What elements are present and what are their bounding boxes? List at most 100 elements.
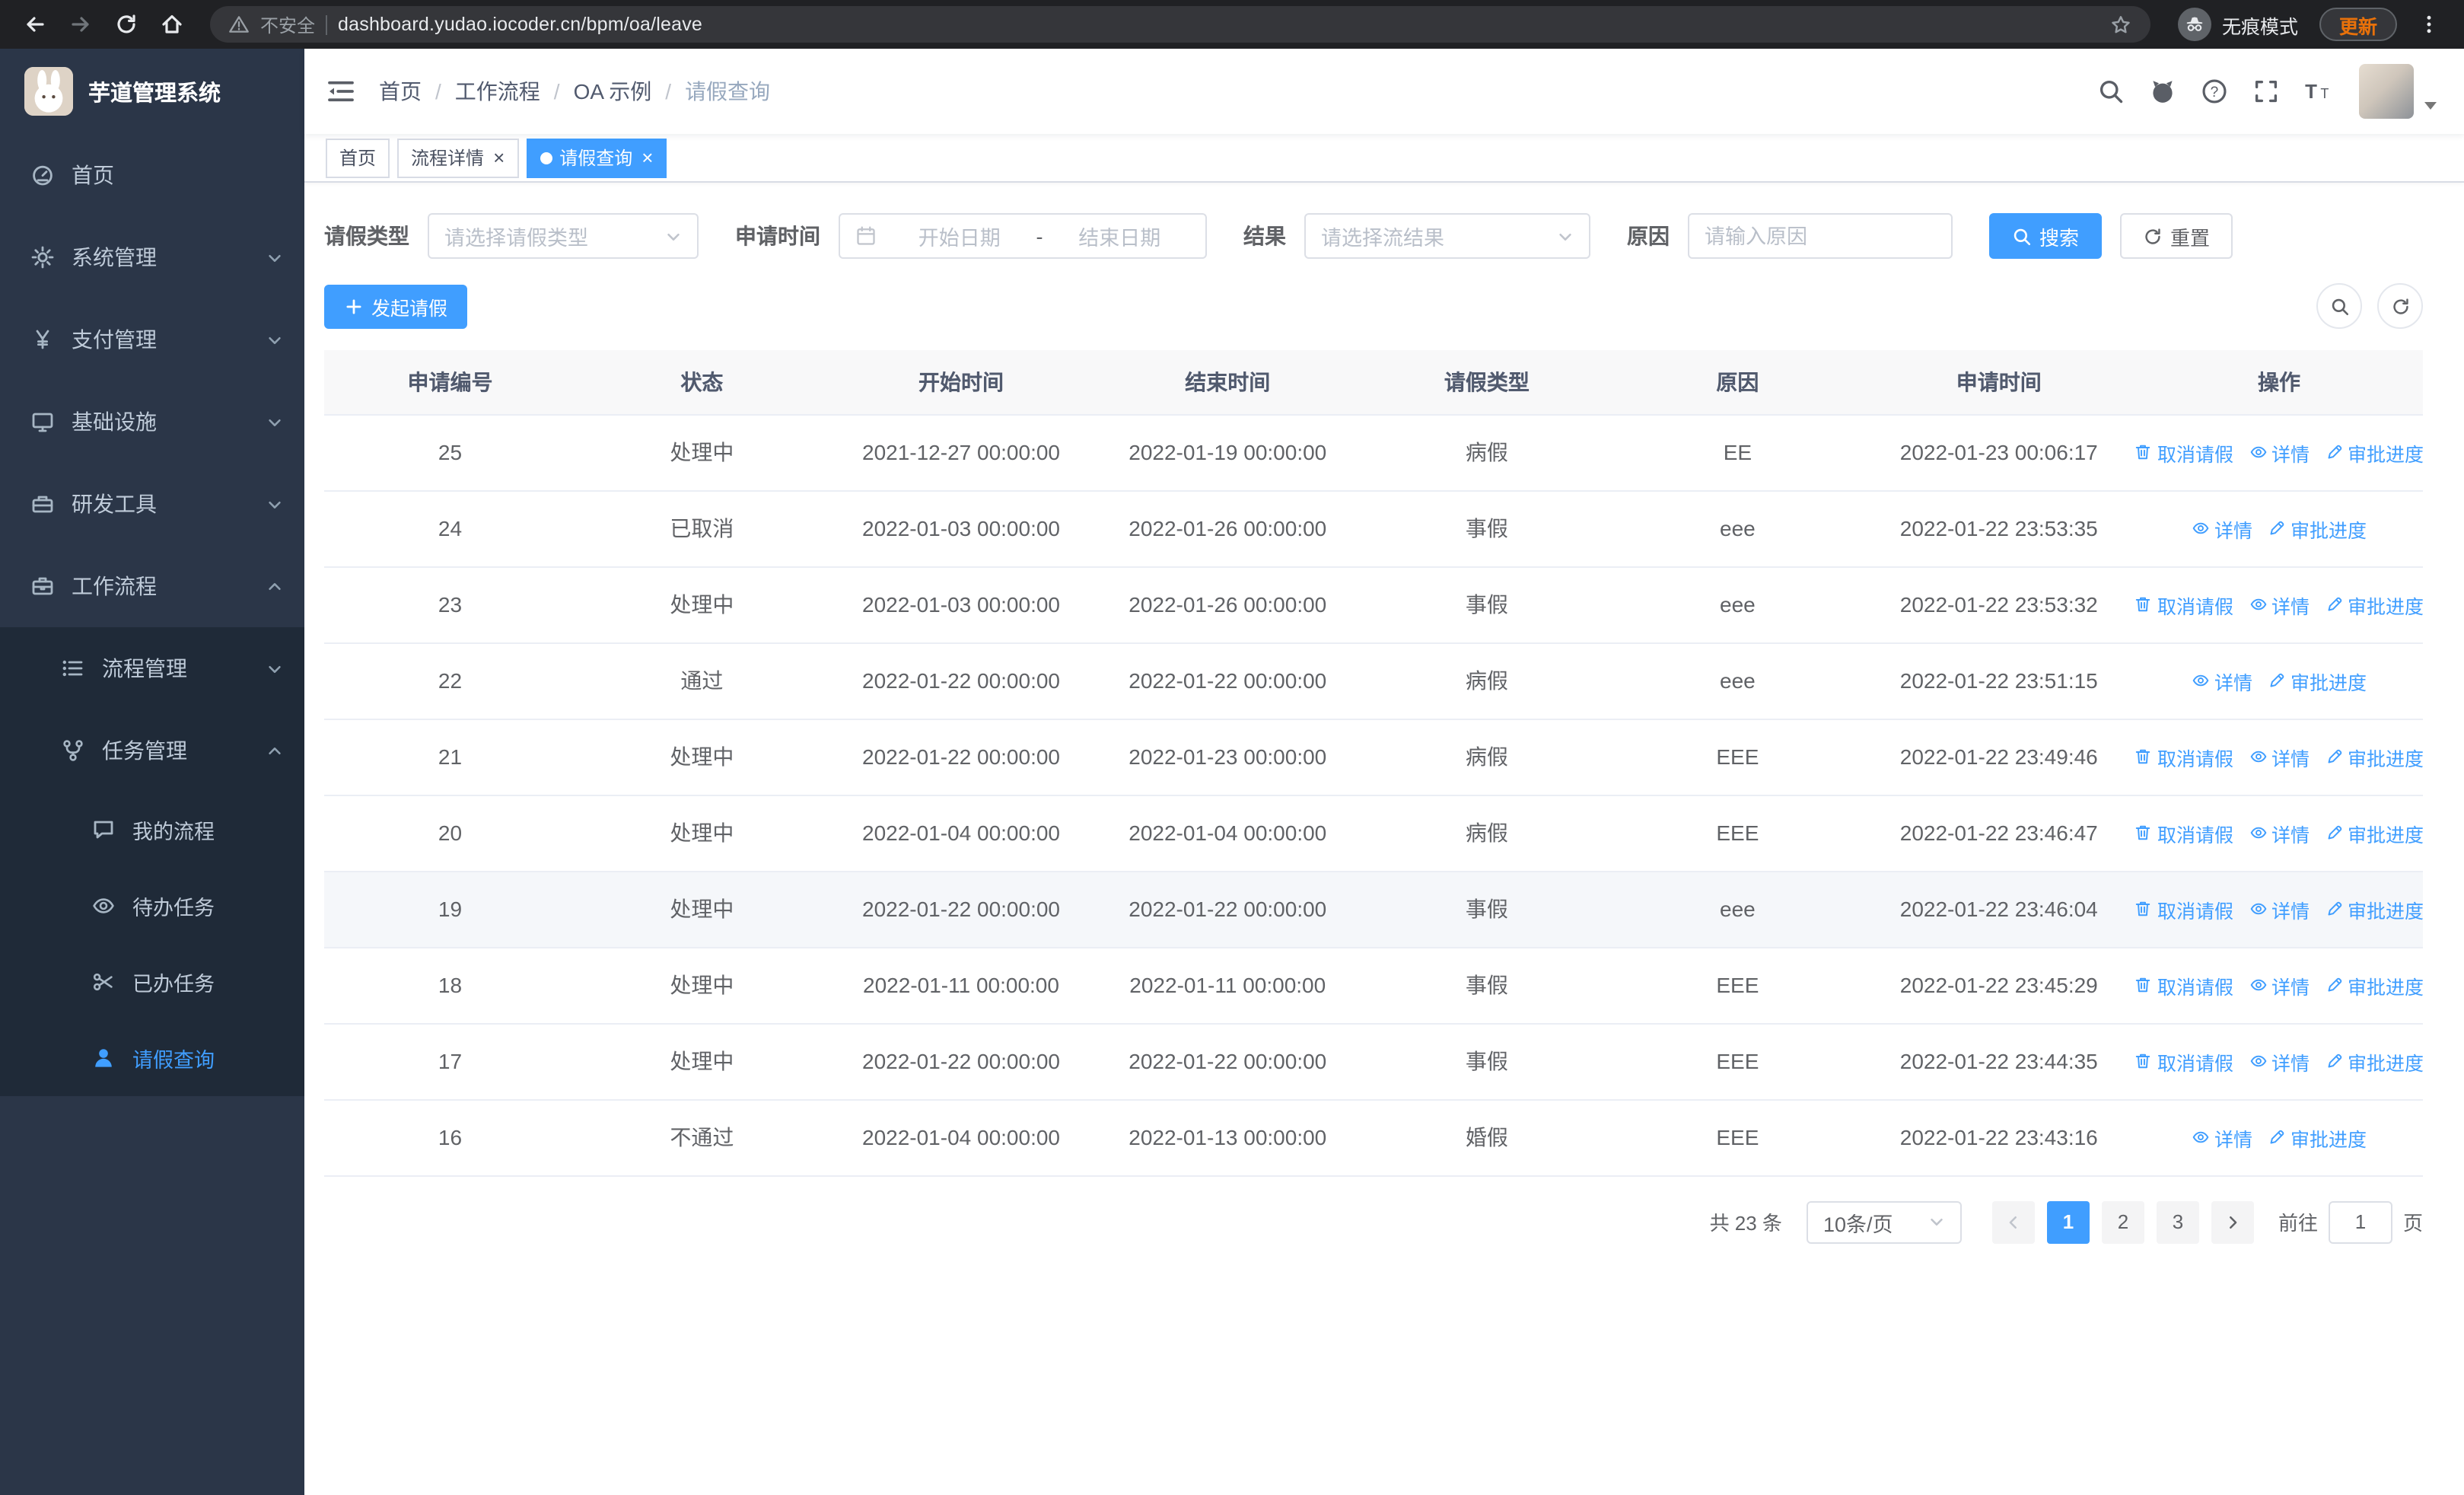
sidebar-item-devtools[interactable]: 研发工具 (0, 463, 304, 545)
url-divider (326, 14, 328, 34)
close-icon[interactable]: × (493, 148, 505, 167)
sidebar-item-my-process[interactable]: 我的流程 (0, 792, 304, 868)
detail-action-link[interactable]: 详情 (2249, 894, 2310, 923)
create-leave-button[interactable]: 发起请假 (324, 284, 468, 328)
detail-action-link[interactable]: 详情 (2249, 971, 2310, 999)
breadcrumb-item[interactable]: OA 示例 (574, 76, 652, 107)
home-button[interactable] (152, 5, 192, 44)
progress-action-link[interactable]: 审批进度 (2325, 590, 2423, 619)
forward-button[interactable] (61, 5, 100, 44)
breadcrumb-item[interactable]: 工作流程 (455, 76, 540, 107)
progress-action-link[interactable]: 审批进度 (2325, 742, 2423, 771)
progress-action-link[interactable]: 审批进度 (2325, 1047, 2423, 1076)
result-select[interactable]: 请选择流结果 (1304, 213, 1590, 259)
cancel-action-link[interactable]: 取消请假 (2135, 818, 2233, 847)
eye-icon (2249, 748, 2267, 766)
date-range-picker[interactable]: 开始日期 - 结束日期 (839, 213, 1207, 259)
refresh-table-button[interactable] (2377, 283, 2423, 329)
page-button-2[interactable]: 2 (2101, 1200, 2144, 1243)
cell-id: 20 (324, 795, 576, 872)
reload-button[interactable] (107, 5, 146, 44)
search-button[interactable]: 搜索 (1989, 213, 2103, 259)
progress-action-link[interactable]: 审批进度 (2325, 971, 2423, 999)
breadcrumb-item[interactable]: 首页 (379, 76, 422, 107)
page-button-1[interactable]: 1 (2046, 1200, 2090, 1243)
table-toolbar: 发起请假 (324, 283, 2423, 329)
progress-action-link[interactable]: 审批进度 (2268, 514, 2367, 543)
help-button[interactable]: ? (2189, 56, 2240, 126)
app-logo[interactable]: 芋道管理系统 (0, 49, 304, 134)
user-menu[interactable] (2359, 64, 2437, 119)
cancel-action-link[interactable]: 取消请假 (2135, 1047, 2233, 1076)
reset-button[interactable]: 重置 (2120, 213, 2233, 259)
sidebar-item-infrastructure[interactable]: 基础设施 (0, 381, 304, 463)
sidebar-item-label: 流程管理 (102, 656, 187, 681)
table-row: 25 处理中 2021-12-27 00:00:00 2022-01-19 00:00… (324, 414, 2423, 491)
sidebar-item-todo-tasks[interactable]: 待办任务 (0, 868, 304, 944)
chevron-right-icon (2224, 1213, 2242, 1231)
progress-action-link[interactable]: 审批进度 (2325, 438, 2423, 467)
action-label: 取消请假 (2157, 444, 2233, 465)
table-row: 24 已取消 2022-01-03 00:00:00 2022-01-26 00:00… (324, 490, 2423, 567)
detail-action-link[interactable]: 详情 (2249, 438, 2310, 467)
detail-action-link[interactable]: 详情 (2192, 514, 2252, 543)
goto-page-input[interactable] (2328, 1200, 2392, 1243)
cell-actions: 取消请假 详情 审批进度 (2135, 1023, 2423, 1100)
next-page-button[interactable] (2211, 1200, 2254, 1243)
sidebar-item-leave-query[interactable]: 请假查询 (0, 1020, 304, 1096)
progress-action-link[interactable]: 审批进度 (2268, 666, 2367, 695)
detail-action-link[interactable]: 详情 (2192, 666, 2252, 695)
sidebar-item-task-management[interactable]: 任务管理 (0, 709, 304, 792)
cell-status: 处理中 (575, 1023, 828, 1100)
cell-start: 2022-01-11 00:00:00 (827, 947, 1095, 1024)
tab-process-detail[interactable]: 流程详情 × (397, 138, 519, 177)
chevron-up-icon (266, 742, 283, 759)
detail-action-link[interactable]: 详情 (2249, 742, 2310, 771)
detail-action-link[interactable]: 详情 (2249, 1047, 2310, 1076)
sidebar-item-workflow[interactable]: 工作流程 (0, 545, 304, 627)
cancel-action-link[interactable]: 取消请假 (2135, 742, 2233, 771)
reason-input[interactable] (1705, 225, 1936, 247)
close-icon[interactable]: × (641, 148, 653, 167)
bookmark-star-icon[interactable] (2109, 13, 2132, 36)
font-size-button[interactable]: TT (2292, 56, 2344, 126)
cancel-action-link[interactable]: 取消请假 (2135, 590, 2233, 619)
sidebar-item-home[interactable]: 首页 (0, 134, 304, 216)
page-size-select[interactable]: 10条/页 (1806, 1200, 1962, 1243)
header-search-button[interactable] (2085, 56, 2137, 126)
leave-table-body: 25 处理中 2021-12-27 00:00:00 2022-01-19 00:00… (324, 414, 2423, 1176)
sidebar-item-done-tasks[interactable]: 已办任务 (0, 944, 304, 1020)
url-bar[interactable]: 不安全 dashboard.yudao.iocoder.cn/bpm/oa/le… (210, 6, 2150, 43)
cancel-action-link[interactable]: 取消请假 (2135, 894, 2233, 923)
cancel-action-link[interactable]: 取消请假 (2135, 438, 2233, 467)
detail-action-link[interactable]: 详情 (2249, 818, 2310, 847)
browser-menu-button[interactable] (2409, 5, 2449, 44)
toggle-search-button[interactable] (2316, 283, 2362, 329)
progress-action-link[interactable]: 审批进度 (2325, 894, 2423, 923)
prev-page-button[interactable] (1991, 1200, 2035, 1243)
page-button-3[interactable]: 3 (2156, 1200, 2199, 1243)
edit-icon (2325, 824, 2343, 842)
sidebar-toggle-button[interactable] (326, 76, 356, 107)
progress-action-link[interactable]: 审批进度 (2268, 1123, 2367, 1152)
tab-leave-query[interactable]: 请假查询 × (526, 138, 667, 177)
detail-action-link[interactable]: 详情 (2192, 1123, 2252, 1152)
app-title: 芋道管理系统 (88, 81, 221, 106)
sidebar-item-system[interactable]: 系统管理 (0, 216, 304, 298)
update-button[interactable]: 更新 (2319, 8, 2397, 41)
cancel-action-link[interactable]: 取消请假 (2135, 971, 2233, 999)
progress-action-link[interactable]: 审批进度 (2325, 818, 2423, 847)
back-button[interactable] (15, 5, 55, 44)
tab-home[interactable]: 首页 (326, 138, 390, 177)
github-link[interactable] (2137, 56, 2189, 126)
leave-type-select[interactable]: 请选择请假类型 (428, 213, 699, 259)
sidebar-item-payment[interactable]: 支付管理 (0, 298, 304, 381)
sidebar-item-process-management[interactable]: 流程管理 (0, 627, 304, 709)
action-label: 取消请假 (2157, 596, 2233, 617)
cell-type: 病假 (1361, 795, 1613, 872)
fullscreen-button[interactable] (2240, 56, 2292, 126)
detail-action-link[interactable]: 详情 (2249, 590, 2310, 619)
breadcrumb-separator: / (553, 79, 560, 104)
chevron-down-icon (1557, 228, 1574, 244)
cell-end: 2022-01-13 00:00:00 (1094, 1099, 1361, 1176)
